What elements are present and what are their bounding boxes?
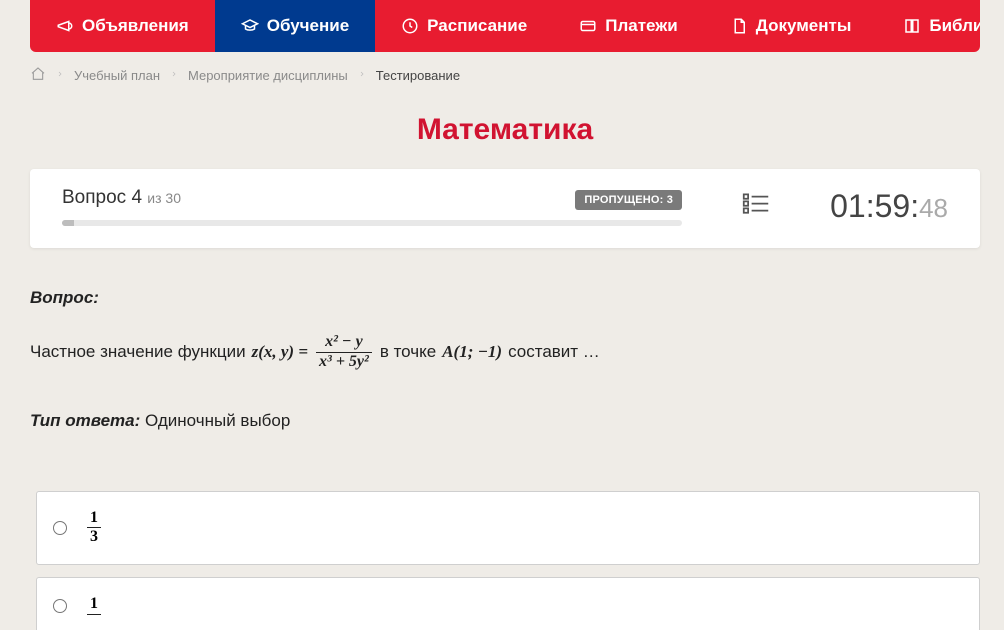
formula-numerator: x² − y bbox=[322, 334, 366, 351]
formula-denominator: x³ + 5y² bbox=[316, 354, 372, 371]
question-total: из 30 bbox=[147, 190, 181, 206]
question-text-after: составит … bbox=[508, 336, 600, 368]
timer-main: 01:59: bbox=[830, 188, 919, 225]
card-icon bbox=[579, 17, 597, 35]
document-icon bbox=[730, 17, 748, 35]
answer-option[interactable]: 1 bbox=[36, 577, 980, 630]
answer-type: Тип ответа: Одиночный выбор bbox=[30, 411, 980, 431]
nav-label: Расписание bbox=[427, 16, 527, 36]
chevron-right-icon bbox=[56, 68, 64, 83]
nav-library[interactable]: Библиотека bbox=[877, 0, 980, 52]
breadcrumb-current: Тестирование bbox=[376, 68, 460, 83]
timer-seconds: 48 bbox=[919, 193, 948, 224]
megaphone-icon bbox=[56, 17, 74, 35]
option-numerator: 1 bbox=[87, 510, 101, 527]
question-block: Вопрос: Частное значение функции z(x, y)… bbox=[30, 288, 980, 431]
graduation-icon bbox=[241, 17, 259, 35]
nav-announcements[interactable]: Объявления bbox=[30, 0, 215, 52]
question-text: Частное значение функции z(x, y) = x² − … bbox=[30, 334, 980, 371]
timer: 01:59:48 bbox=[830, 188, 948, 225]
breadcrumb-link[interactable]: Мероприятие дисциплины bbox=[188, 68, 348, 83]
progress-fill bbox=[62, 220, 74, 226]
formula-point: A(1; −1) bbox=[442, 336, 502, 368]
nav-learning[interactable]: Обучение bbox=[215, 0, 375, 52]
nav-payments[interactable]: Платежи bbox=[553, 0, 704, 52]
nav-documents[interactable]: Документы bbox=[704, 0, 878, 52]
question-number: Вопрос 4 bbox=[62, 187, 142, 208]
nav-label: Платежи bbox=[605, 16, 678, 36]
breadcrumb: Учебный план Мероприятие дисциплины Тест… bbox=[30, 66, 980, 85]
option-denominator: 3 bbox=[87, 529, 101, 546]
status-card: Вопрос 4 из 30 ПРОПУЩЕНО: 3 bbox=[30, 169, 980, 248]
question-label: Вопрос: bbox=[30, 288, 980, 308]
answer-radio[interactable] bbox=[53, 521, 67, 535]
chevron-right-icon bbox=[170, 68, 178, 83]
skipped-badge: ПРОПУЩЕНО: 3 bbox=[575, 190, 682, 210]
question-list-icon[interactable] bbox=[742, 191, 770, 222]
nav-label: Библиотека bbox=[929, 16, 980, 36]
answer-radio[interactable] bbox=[53, 599, 67, 613]
option-fraction: 1 bbox=[87, 596, 101, 616]
nav-schedule[interactable]: Расписание bbox=[375, 0, 553, 52]
nav-label: Объявления bbox=[82, 16, 189, 36]
page-title: Математика bbox=[0, 113, 1004, 147]
question-counter: Вопрос 4 из 30 bbox=[62, 187, 181, 209]
book-icon bbox=[903, 17, 921, 35]
answer-option[interactable]: 1 3 bbox=[36, 491, 980, 566]
progress-bar bbox=[62, 220, 682, 226]
question-text-before: Частное значение функции bbox=[30, 336, 246, 368]
fraction-bar bbox=[87, 614, 101, 615]
option-fraction: 1 3 bbox=[87, 510, 101, 547]
formula-lhs: z(x, y) = bbox=[252, 336, 308, 368]
answer-type-value: Одиночный выбор bbox=[145, 411, 290, 430]
answer-type-label: Тип ответа: bbox=[30, 411, 140, 430]
option-numerator: 1 bbox=[87, 596, 101, 613]
nav-label: Документы bbox=[756, 16, 852, 36]
nav-label: Обучение bbox=[267, 16, 349, 36]
home-icon[interactable] bbox=[30, 66, 46, 85]
breadcrumb-link[interactable]: Учебный план bbox=[74, 68, 160, 83]
clock-icon bbox=[401, 17, 419, 35]
top-nav: Объявления Обучение Расписание Платежи bbox=[30, 0, 980, 52]
formula-fraction: x² − y x³ + 5y² bbox=[316, 334, 372, 371]
chevron-right-icon bbox=[358, 68, 366, 83]
options-list: 1 3 1 bbox=[36, 491, 980, 630]
question-text-mid: в точке bbox=[380, 336, 436, 368]
